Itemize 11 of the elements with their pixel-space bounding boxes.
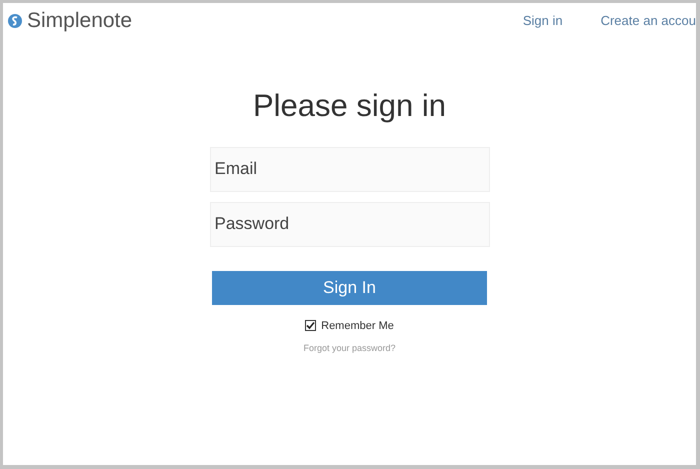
logo-icon: [8, 14, 22, 28]
forgot-password-link[interactable]: Forgot your password?: [303, 342, 396, 356]
app-logo-text: Simplenote: [27, 8, 132, 34]
remember-checkbox[interactable]: [305, 320, 316, 332]
nav-link[interactable]: Sign in: [522, 11, 563, 31]
nav-link[interactable]: Create an accou: [600, 11, 696, 31]
page-title: Please sign in: [252, 87, 446, 125]
remember-label: Remember Me: [321, 318, 394, 334]
input-field[interactable]: Email: [210, 146, 490, 192]
sign-in-button[interactable]: Sign In: [212, 270, 487, 304]
input-field[interactable]: Password: [210, 202, 490, 246]
